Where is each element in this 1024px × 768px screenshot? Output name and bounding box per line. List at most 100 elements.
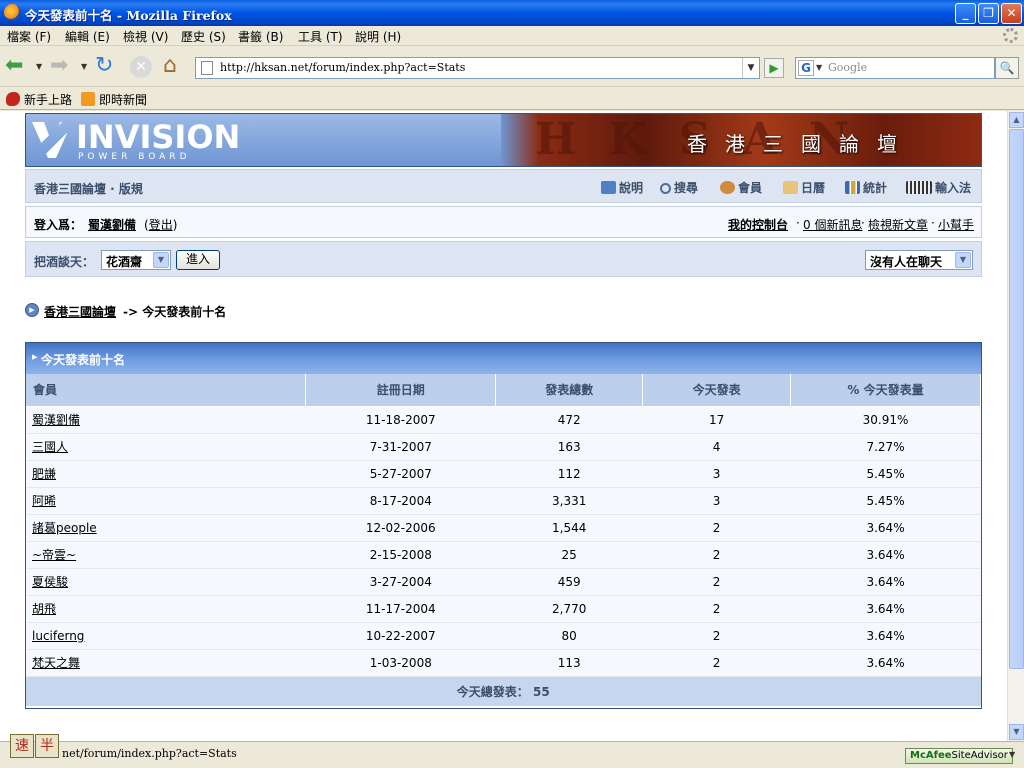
- member-link[interactable]: 梵天之舞: [32, 656, 80, 670]
- search-box[interactable]: G ▼ Google: [795, 57, 995, 79]
- go-button[interactable]: ▶: [764, 58, 784, 78]
- breadcrumb-home-link[interactable]: 香港三國論壇: [44, 303, 116, 320]
- menu-bookmarks[interactable]: 書籤 (B): [238, 28, 283, 45]
- percent-cell: 5.45%: [790, 487, 981, 515]
- table-row: 諸葛people 12-02-2006 1,544 2 3.64%: [26, 514, 981, 542]
- member-link[interactable]: 阿晞: [32, 494, 56, 508]
- nav-calendar[interactable]: 日曆: [783, 179, 825, 196]
- page-icon: [201, 61, 213, 75]
- window-title: 今天發表前十名 - Mozilla Firefox: [25, 8, 232, 23]
- member-link[interactable]: 夏侯駿: [32, 575, 68, 589]
- chat-status-select[interactable]: 沒有人在聊天 ▼: [865, 250, 973, 270]
- breadcrumb-current: -> 今天發表前十名: [123, 305, 227, 319]
- menu-bar: 檔案 (F) 編輯 (E) 檢視 (V) 歷史 (S) 書籤 (B) 工具 (T…: [0, 26, 1024, 46]
- table-row: 胡飛 11-17-2004 2,770 2 3.64%: [26, 595, 981, 623]
- control-panel-link[interactable]: 我的控制台: [728, 216, 788, 233]
- vertical-scrollbar[interactable]: ▲ ▼: [1007, 111, 1024, 741]
- nav-members[interactable]: 會員: [720, 179, 762, 196]
- total-posts-cell: 112: [495, 460, 643, 488]
- total-posts-cell: 80: [495, 622, 643, 650]
- back-dropdown-icon[interactable]: ▼: [36, 62, 42, 71]
- nav-calendar-label: 日曆: [801, 181, 826, 195]
- siteadvisor-dropdown-icon[interactable]: ▼: [1009, 750, 1015, 759]
- nav-members-label: 會員: [738, 181, 763, 195]
- stop-icon[interactable]: ✕: [130, 56, 152, 78]
- chevron-down-icon[interactable]: ▼: [955, 252, 971, 268]
- maximize-button[interactable]: ❐: [978, 3, 999, 24]
- nav-help[interactable]: 說明: [601, 179, 643, 196]
- member-link[interactable]: 諸葛people: [32, 521, 97, 535]
- table-row: 三國人 7-31-2007 163 4 7.27%: [26, 433, 981, 461]
- scroll-up-arrow-icon[interactable]: ▲: [1009, 112, 1024, 128]
- header-member: 會員: [26, 374, 307, 407]
- menu-file[interactable]: 檔案 (F): [7, 28, 51, 45]
- bookmark-latest-news[interactable]: 即時新聞: [81, 91, 147, 108]
- back-arrow-icon[interactable]: ⬅: [5, 55, 23, 79]
- invision-logo-mark: [32, 122, 72, 158]
- ime-halfwidth-button[interactable]: 半: [35, 734, 59, 758]
- bookmarks-toolbar: 新手上路 即時新聞: [0, 88, 1024, 110]
- header-percent: % 今天發表量: [790, 374, 981, 407]
- header-today-posts: 今天發表: [642, 374, 792, 407]
- search-input[interactable]: Google: [828, 61, 867, 74]
- percent-cell: 3.64%: [790, 649, 981, 677]
- banner-artwork: HKSAN 香港三國論壇: [501, 114, 981, 166]
- nav-ime[interactable]: 輸入法: [906, 179, 971, 196]
- menu-tools[interactable]: 工具 (T): [298, 28, 343, 45]
- messages-link[interactable]: 0 個新訊息: [803, 216, 862, 233]
- menu-help[interactable]: 說明 (H): [355, 28, 401, 45]
- new-posts-link[interactable]: 檢視新文章: [868, 216, 928, 233]
- member-link[interactable]: 蜀漢劉備: [32, 413, 80, 427]
- percent-cell: 30.91%: [790, 406, 981, 434]
- member-link[interactable]: 胡飛: [32, 602, 56, 616]
- member-link[interactable]: 肥謙: [32, 467, 56, 481]
- joined-cell: 11-18-2007: [305, 406, 496, 434]
- member-link[interactable]: luciferng: [32, 629, 84, 643]
- url-input[interactable]: http://hksan.net/forum/index.php?act=Sta…: [220, 61, 465, 74]
- navigation-toolbar: ⬅ ▼ ➡ ▼ ↻ ✕ ⌂ http://hksan.net/forum/ind…: [0, 47, 1024, 87]
- member-cell: ~帝雲~: [26, 541, 306, 569]
- nav-search[interactable]: 搜尋: [660, 179, 698, 196]
- board-title[interactable]: 香港三國論壇 · 版規: [34, 180, 143, 197]
- forum-banner: INVISION POWER BOARD HKSAN 香港三國論壇: [25, 113, 982, 167]
- today-posts-cell: 2: [642, 541, 791, 569]
- chevron-down-icon[interactable]: ▼: [153, 252, 169, 268]
- total-posts-cell: 472: [495, 406, 643, 434]
- nav-search-label: 搜尋: [674, 181, 699, 195]
- menu-edit[interactable]: 編輯 (E): [65, 28, 110, 45]
- minimize-button[interactable]: _: [955, 3, 976, 24]
- nav-help-label: 說明: [619, 181, 644, 195]
- ime-speed-button[interactable]: 速: [10, 734, 34, 758]
- helper-link[interactable]: 小幫手: [938, 216, 974, 233]
- menu-history[interactable]: 歷史 (S): [181, 28, 226, 45]
- member-link[interactable]: 三國人: [32, 440, 68, 454]
- separator: ·: [861, 216, 865, 230]
- close-button[interactable]: ✕: [1001, 3, 1022, 24]
- percent-cell: 3.64%: [790, 622, 981, 650]
- enter-chat-button[interactable]: 進入: [176, 250, 220, 270]
- username-link[interactable]: 蜀漢劉備: [88, 216, 136, 233]
- url-history-dropdown-icon[interactable]: ▼: [742, 58, 759, 78]
- url-bar[interactable]: http://hksan.net/forum/index.php?act=Sta…: [195, 57, 760, 79]
- reload-icon[interactable]: ↻: [95, 55, 113, 79]
- bookmark-getting-started[interactable]: 新手上路: [6, 91, 72, 108]
- search-engine-icon[interactable]: G: [798, 60, 814, 76]
- logged-in-label: 登入爲：: [34, 218, 83, 232]
- search-engine-dropdown-icon[interactable]: ▼: [816, 63, 822, 72]
- menu-view[interactable]: 檢視 (V): [123, 28, 168, 45]
- joined-cell: 11-17-2004: [305, 595, 496, 623]
- logout-link[interactable]: 登出: [149, 218, 173, 232]
- chat-room-select[interactable]: 花酒齋 ▼: [101, 250, 171, 270]
- nav-stats[interactable]: 統計: [845, 179, 887, 196]
- home-icon[interactable]: ⌂: [163, 55, 177, 79]
- forward-dropdown-icon[interactable]: ▼: [81, 62, 87, 71]
- forward-arrow-icon[interactable]: ➡: [50, 55, 68, 79]
- scroll-thumb[interactable]: [1009, 129, 1024, 669]
- today-posts-cell: 4: [642, 433, 791, 461]
- member-link[interactable]: ~帝雲~: [32, 548, 76, 562]
- today-posts-cell: 2: [642, 595, 791, 623]
- window-titlebar[interactable]: 今天發表前十名 - Mozilla Firefox _ ❐ ✕: [0, 0, 1024, 26]
- scroll-down-arrow-icon[interactable]: ▼: [1009, 724, 1024, 740]
- mcafee-siteadvisor-badge[interactable]: McAfeeSiteAdvisor: [905, 748, 1013, 764]
- search-icon[interactable]: 🔍: [995, 57, 1019, 79]
